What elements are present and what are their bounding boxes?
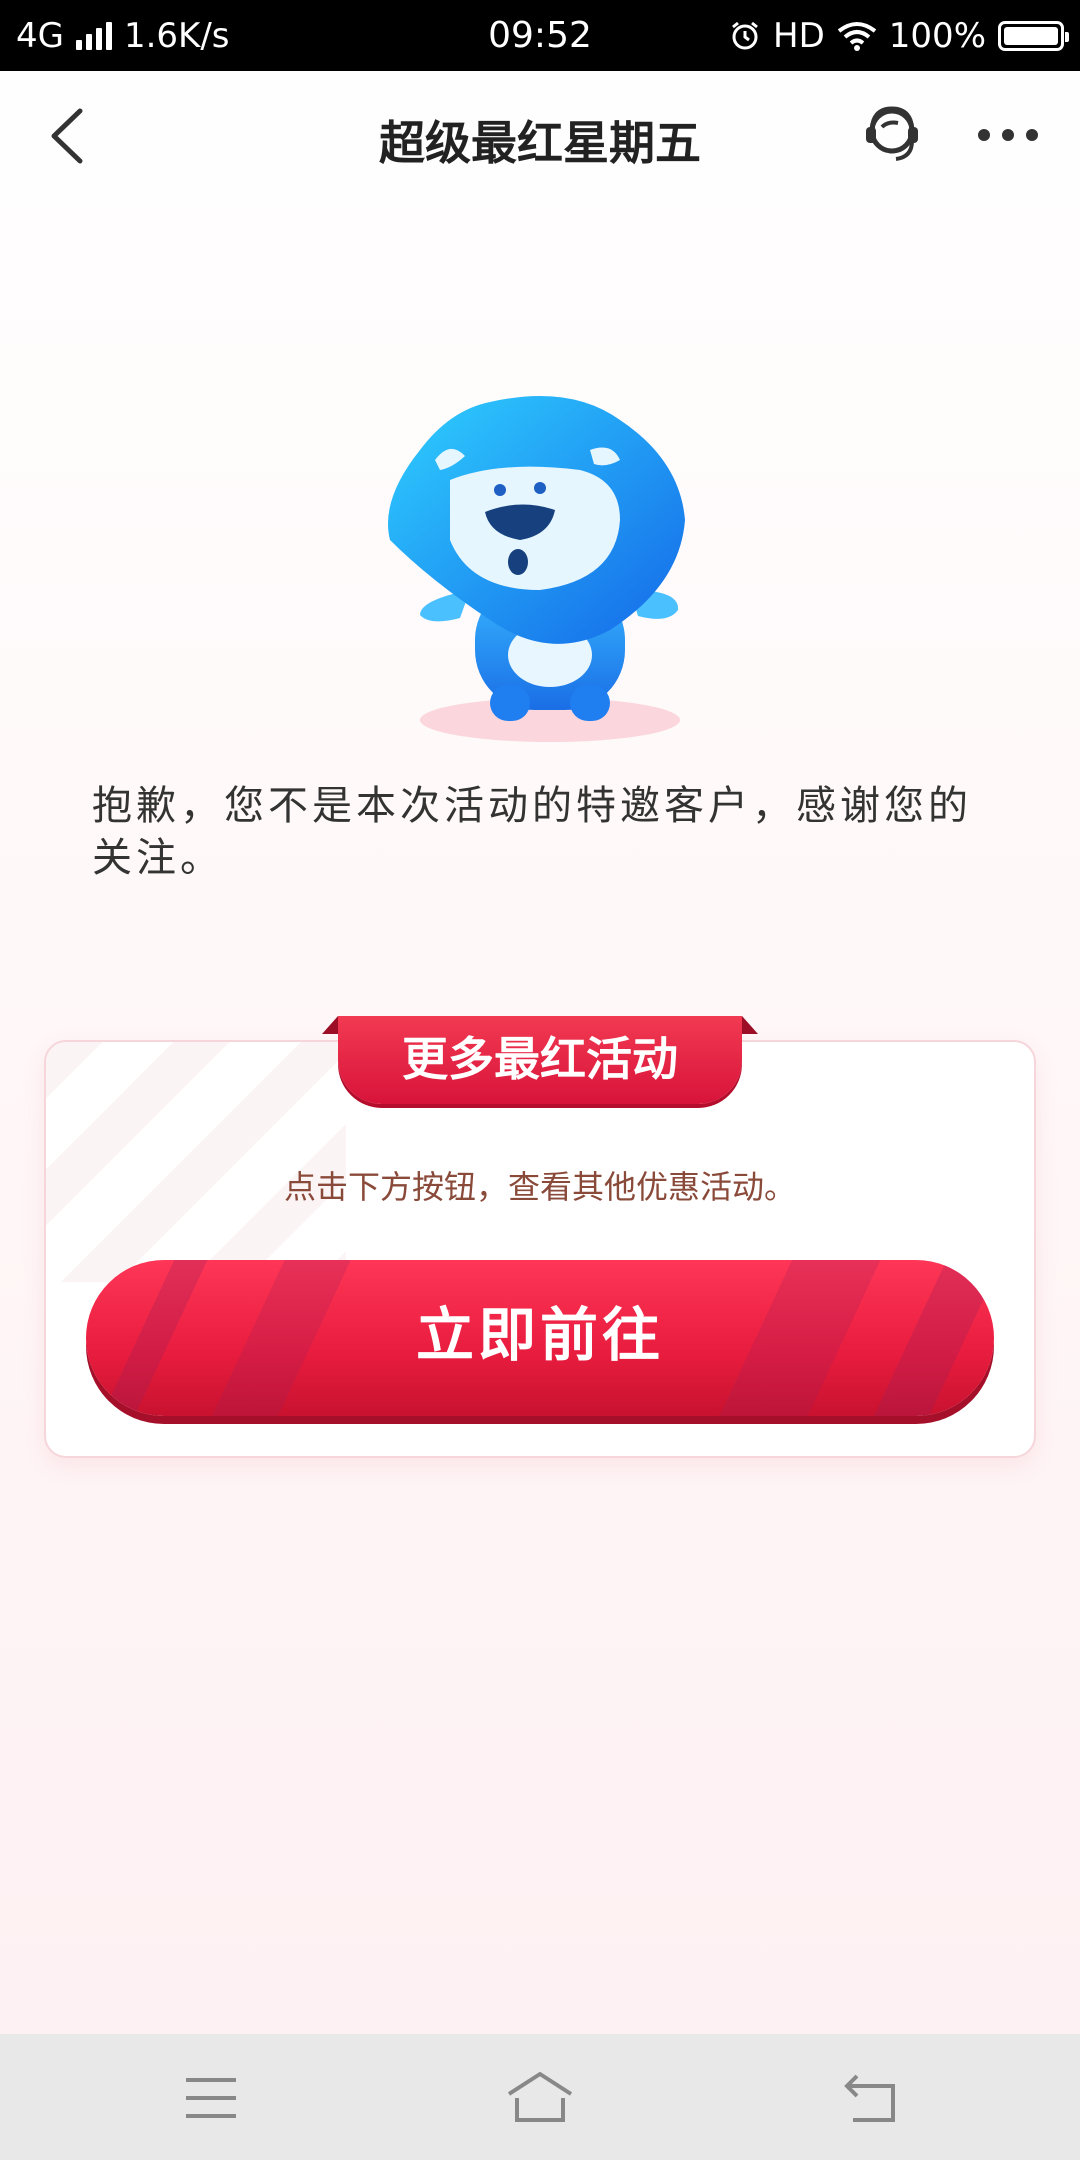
- lion-mascot-illustration: [388, 396, 685, 742]
- ribbon-title: 更多最红活动: [338, 1016, 742, 1104]
- go-now-button[interactable]: 立即前往: [86, 1260, 994, 1416]
- home-icon[interactable]: [505, 2070, 575, 2124]
- apology-message: 抱歉，您不是本次活动的特邀客户，感谢您的关注。: [92, 783, 972, 881]
- hd-indicator: HD: [773, 15, 825, 56]
- ribbon-right-ear: [742, 1016, 758, 1034]
- status-left: 4G 1.6K/s: [16, 16, 230, 56]
- status-right: HD 100%: [729, 15, 1069, 56]
- signal-icon: [75, 21, 112, 50]
- network-speed: 1.6K/s: [123, 15, 230, 56]
- alarm-icon: [732, 21, 758, 49]
- card-hint: 点击下方按钮，查看其他优惠活动。: [283, 1168, 796, 1206]
- wifi-icon: [837, 21, 877, 51]
- nav-bar: 超级最红星期五: [0, 71, 1080, 201]
- system-nav-bar: [0, 2034, 1080, 2160]
- back-icon[interactable]: [843, 2072, 899, 2124]
- go-now-label: 立即前往: [415, 1301, 664, 1369]
- battery-icon: [998, 20, 1069, 51]
- ribbon-left-ear: [322, 1016, 338, 1034]
- status-bar: 4G 1.6K/s 09:52 HD 100%: [0, 0, 1080, 71]
- menu-icon[interactable]: [184, 2074, 238, 2122]
- network-type: 4G: [16, 15, 64, 56]
- customer-service-icon[interactable]: [858, 101, 926, 169]
- battery-percent: 100%: [888, 15, 986, 56]
- more-dots-icon[interactable]: [975, 115, 1041, 155]
